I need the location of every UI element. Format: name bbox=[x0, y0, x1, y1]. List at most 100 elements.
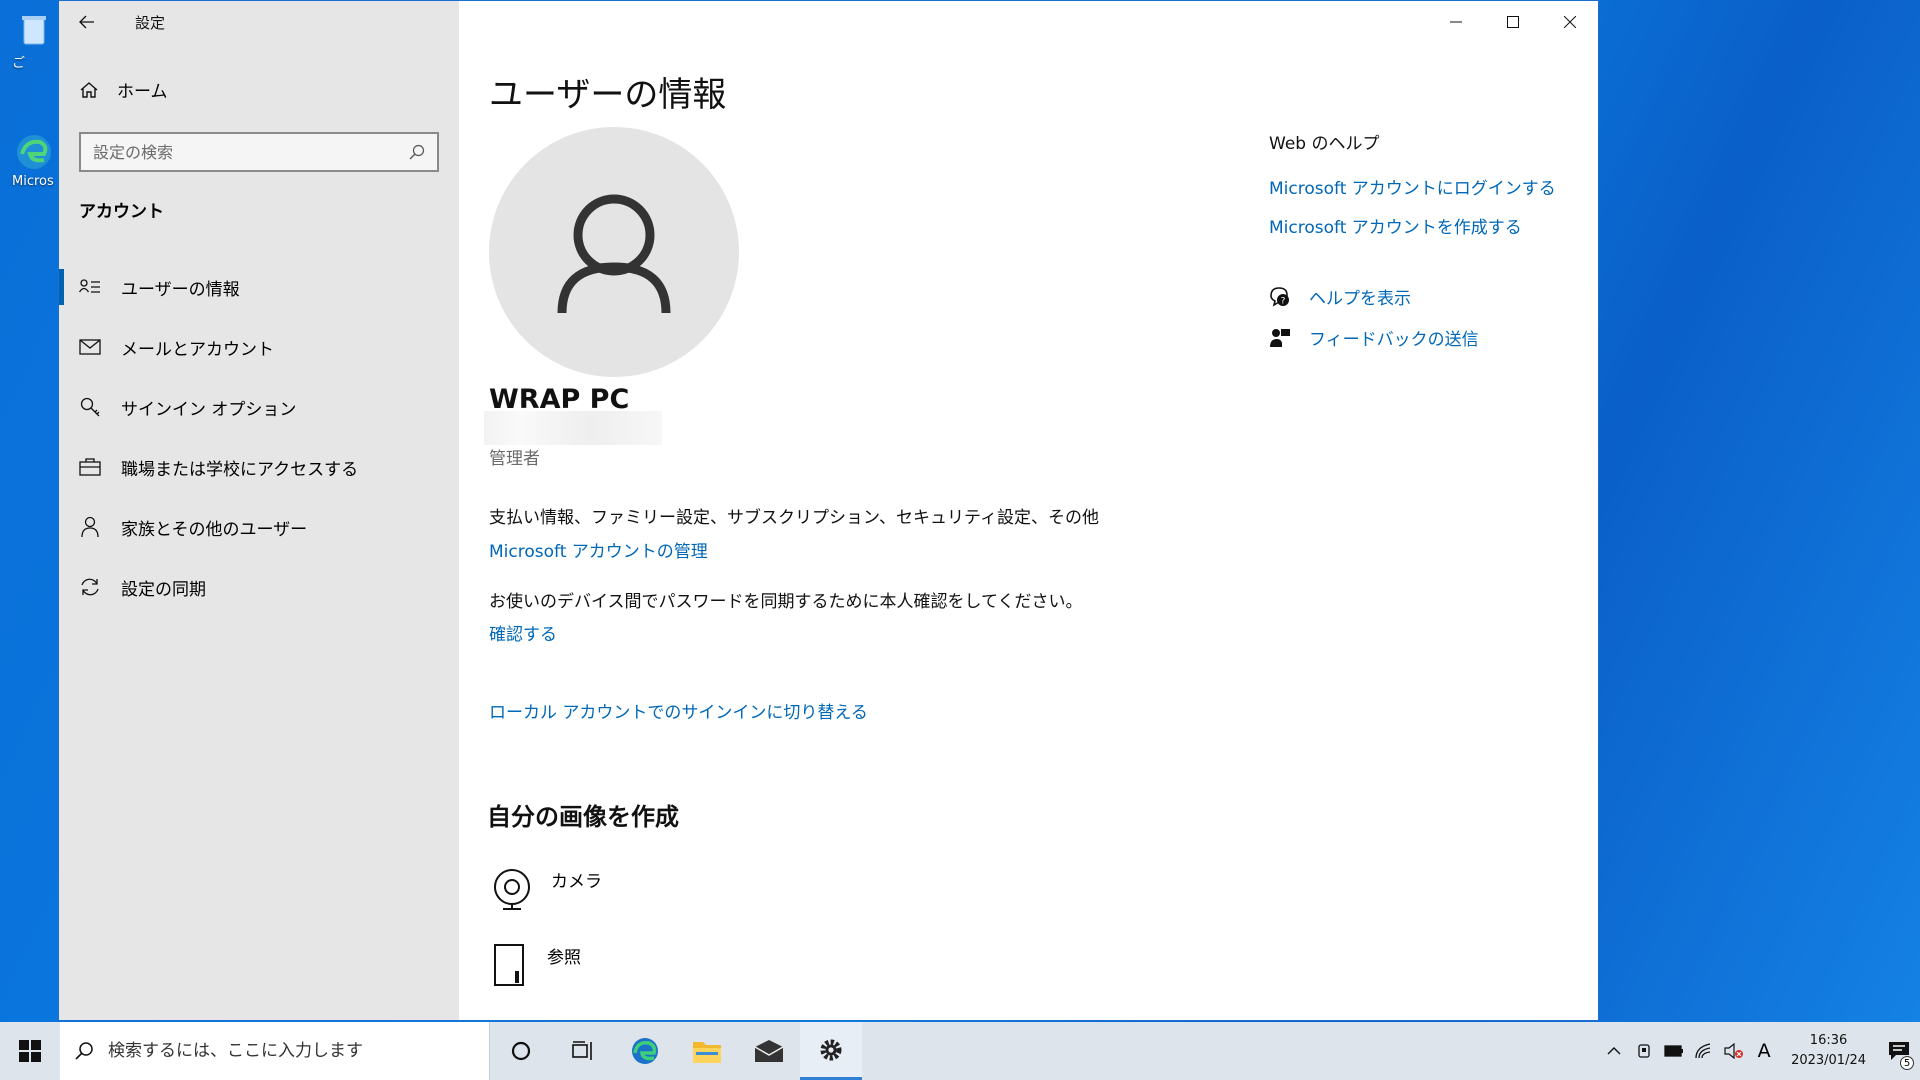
browse-label: 参照 bbox=[547, 948, 581, 968]
network-button[interactable] bbox=[1689, 1022, 1719, 1080]
sidebar-item-work-school[interactable]: 職場または学校にアクセスする bbox=[59, 437, 459, 497]
sidebar-home[interactable]: ホーム bbox=[79, 77, 168, 102]
sync-icon bbox=[79, 576, 101, 598]
back-arrow-icon bbox=[79, 15, 94, 29]
avatar bbox=[489, 127, 739, 377]
window-controls bbox=[1427, 1, 1598, 43]
sidebar-section-label: アカウント bbox=[79, 202, 164, 222]
maximize-button[interactable] bbox=[1484, 1, 1541, 43]
maximize-icon bbox=[1506, 16, 1519, 28]
desktop-icon-recycle-bin[interactable]: ご bbox=[0, 10, 60, 71]
volume-muted-icon bbox=[1724, 1043, 1744, 1059]
redacted-email bbox=[484, 411, 662, 445]
battery-button[interactable] bbox=[1659, 1022, 1689, 1080]
settings-search-input[interactable] bbox=[93, 142, 409, 162]
sidebar-nav: ユーザーの情報 メールとアカウント サインイン オプション 職場または学校にアク… bbox=[59, 257, 459, 617]
sidebar-item-label: メールとアカウント bbox=[121, 339, 274, 360]
settings-search[interactable] bbox=[79, 132, 439, 172]
sidebar-item-label: 職場または学校にアクセスする bbox=[121, 459, 359, 480]
feedback-icon bbox=[1270, 328, 1290, 347]
user-role: 管理者 bbox=[489, 449, 540, 469]
app-title: 設定 bbox=[135, 13, 166, 32]
sidebar-item-label: 家族とその他のユーザー bbox=[121, 519, 308, 540]
mail-icon bbox=[79, 336, 101, 358]
browse-option[interactable]: 参照 bbox=[493, 943, 581, 987]
ime-indicator[interactable]: A bbox=[1749, 1022, 1779, 1080]
create-picture-title: 自分の画像を作成 bbox=[487, 803, 679, 831]
user-info-icon bbox=[79, 276, 101, 298]
sidebar: 設定 ホーム アカウント ユーザーの情報 メールとアカウント bbox=[59, 1, 459, 1020]
sidebar-item-family-users[interactable]: 家族とその他のユーザー bbox=[59, 497, 459, 557]
device-icon bbox=[1638, 1044, 1650, 1058]
sidebar-item-label: ユーザーの情報 bbox=[121, 279, 240, 300]
get-help-label: ヘルプを表示 bbox=[1309, 289, 1411, 309]
help-link-login[interactable]: Microsoft アカウントにログインする bbox=[1269, 174, 1569, 199]
sidebar-item-user-info[interactable]: ユーザーの情報 bbox=[59, 257, 459, 317]
billing-info-text: 支払い情報、ファミリー設定、サブスクリプション、セキュリティ設定、その他 bbox=[489, 508, 1099, 528]
browse-icon bbox=[494, 944, 524, 986]
close-button[interactable] bbox=[1541, 1, 1598, 43]
cortana-button[interactable] bbox=[490, 1022, 552, 1080]
notification-count-badge: 5 bbox=[1900, 1056, 1914, 1070]
sidebar-item-email-accounts[interactable]: メールとアカウント bbox=[59, 317, 459, 377]
verify-text: お使いのデバイス間でパスワードを同期するために本人確認をしてください。 bbox=[489, 592, 1083, 612]
edge-shortcut-icon bbox=[14, 132, 54, 172]
user-avatar-icon bbox=[557, 194, 671, 314]
camera-label: カメラ bbox=[551, 872, 602, 892]
edge-icon bbox=[632, 1038, 658, 1064]
sidebar-item-sync-settings[interactable]: 設定の同期 bbox=[59, 557, 459, 617]
desktop-icon-label: Micros bbox=[12, 174, 54, 189]
desktop-icon-label: ご bbox=[12, 56, 26, 71]
get-help-link[interactable]: ? ヘルプを表示 bbox=[1269, 284, 1569, 309]
camera-icon bbox=[494, 869, 530, 910]
main-content: ユーザーの情報 WRAP PC 管理者 支払い情報、ファミリー設定、サブスクリプ… bbox=[459, 1, 1598, 1020]
task-view-button[interactable] bbox=[552, 1022, 614, 1080]
feedback-link[interactable]: フィードバックの送信 bbox=[1269, 325, 1569, 350]
search-icon bbox=[75, 1042, 93, 1060]
desktop-icon-edge[interactable]: Micros bbox=[0, 132, 60, 189]
help-link-create-account[interactable]: Microsoft アカウントを作成する bbox=[1269, 213, 1569, 238]
settings-window: 設定 ホーム アカウント ユーザーの情報 メールとアカウント bbox=[58, 0, 1599, 1021]
folder-icon bbox=[693, 1042, 721, 1063]
taskbar: A 16:36 2023/01/24 5 bbox=[0, 1022, 1920, 1080]
verify-link[interactable]: 確認する bbox=[489, 620, 557, 645]
taskbar-search[interactable] bbox=[60, 1022, 490, 1080]
file-explorer-button[interactable] bbox=[676, 1022, 738, 1080]
title-bar: 設定 bbox=[59, 1, 165, 43]
volume-button[interactable] bbox=[1719, 1022, 1749, 1080]
back-button[interactable] bbox=[59, 1, 115, 43]
chevron-up-icon bbox=[1607, 1047, 1621, 1055]
task-view-icon bbox=[572, 1041, 592, 1060]
help-chat-icon: ? bbox=[1270, 286, 1289, 307]
system-tray: A 16:36 2023/01/24 5 bbox=[1599, 1022, 1920, 1080]
camera-option[interactable]: カメラ bbox=[493, 867, 602, 911]
settings-taskbar-button[interactable] bbox=[800, 1022, 862, 1080]
switch-local-account-link[interactable]: ローカル アカウントでのサインインに切り替える bbox=[489, 698, 868, 723]
edge-taskbar-button[interactable] bbox=[614, 1022, 676, 1080]
start-button[interactable] bbox=[0, 1022, 60, 1080]
sidebar-item-label: サインイン オプション bbox=[121, 399, 297, 420]
clock[interactable]: 16:36 2023/01/24 bbox=[1791, 1031, 1866, 1071]
svg-text:?: ? bbox=[1281, 296, 1286, 306]
clock-date: 2023/01/24 bbox=[1791, 1053, 1866, 1068]
recycle-bin-icon bbox=[14, 10, 54, 50]
gear-icon bbox=[820, 1039, 842, 1060]
key-icon bbox=[79, 396, 101, 418]
action-center-button[interactable]: 5 bbox=[1878, 1022, 1920, 1080]
web-help-panel: Web のヘルプ Microsoft アカウントにログインする Microsof… bbox=[1269, 129, 1569, 350]
meet-now-button[interactable] bbox=[1629, 1022, 1659, 1080]
minimize-button[interactable] bbox=[1427, 1, 1484, 43]
minimize-icon bbox=[1449, 21, 1462, 23]
show-hidden-icons-button[interactable] bbox=[1599, 1022, 1629, 1080]
mail-taskbar-button[interactable] bbox=[738, 1022, 800, 1080]
cortana-circle-icon bbox=[511, 1041, 531, 1061]
search-icon[interactable] bbox=[409, 144, 425, 160]
manage-account-link[interactable]: Microsoft アカウントの管理 bbox=[489, 537, 708, 562]
briefcase-icon bbox=[79, 456, 101, 478]
windows-logo-icon bbox=[19, 1040, 41, 1062]
help-title: Web のヘルプ bbox=[1269, 134, 1380, 154]
taskbar-search-input[interactable] bbox=[108, 1041, 489, 1061]
sidebar-item-sign-in-options[interactable]: サインイン オプション bbox=[59, 377, 459, 437]
clock-time: 16:36 bbox=[1809, 1033, 1848, 1048]
close-icon bbox=[1563, 16, 1576, 28]
